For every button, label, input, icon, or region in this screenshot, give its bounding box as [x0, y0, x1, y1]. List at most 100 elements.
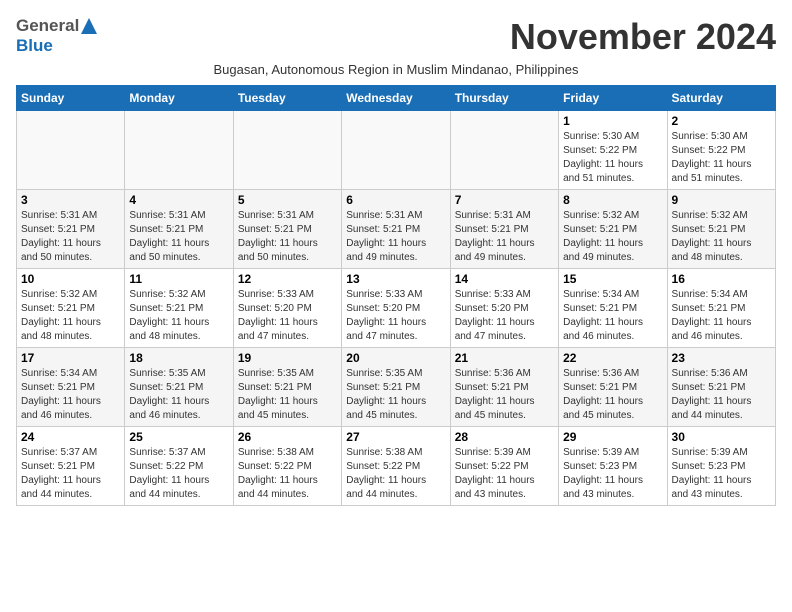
calendar-day-header: Tuesday [233, 86, 341, 111]
calendar-cell: 14 Sunrise: 5:33 AM Sunset: 5:20 PM Dayli… [450, 269, 558, 348]
day-info: Sunrise: 5:33 AM Sunset: 5:20 PM Dayligh… [455, 288, 554, 344]
calendar-table: SundayMondayTuesdayWednesdayThursdayFrid… [16, 85, 776, 506]
calendar-cell: 24 Sunrise: 5:37 AM Sunset: 5:21 PM Dayli… [17, 427, 125, 506]
day-info: Sunrise: 5:32 AM Sunset: 5:21 PM Dayligh… [21, 288, 120, 344]
calendar-cell [450, 111, 558, 190]
calendar-cell: 25Sunrise: 5:37 AM Sunset: 5:22 PM Dayli… [125, 427, 233, 506]
day-number: 3 [21, 193, 120, 207]
day-info: Sunrise: 5:31 AM Sunset: 5:21 PM Dayligh… [346, 209, 445, 265]
calendar-cell: 18 Sunrise: 5:35 AM Sunset: 5:21 PM Dayli… [125, 348, 233, 427]
calendar-day-header: Friday [559, 86, 667, 111]
day-number: 29 [563, 430, 662, 444]
day-number: 25 [129, 430, 228, 444]
calendar-cell: 26Sunrise: 5:38 AM Sunset: 5:22 PM Dayli… [233, 427, 341, 506]
calendar-cell: 22Sunrise: 5:36 AM Sunset: 5:21 PM Dayli… [559, 348, 667, 427]
calendar-cell: 27 Sunrise: 5:38 AM Sunset: 5:22 PM Dayli… [342, 427, 450, 506]
day-info: Sunrise: 5:33 AM Sunset: 5:20 PM Dayligh… [346, 288, 445, 344]
day-number: 10 [21, 272, 120, 286]
calendar-cell: 29 Sunrise: 5:39 AM Sunset: 5:23 PM Dayli… [559, 427, 667, 506]
day-number: 15 [563, 272, 662, 286]
calendar-cell: 20Sunrise: 5:35 AM Sunset: 5:21 PM Dayli… [342, 348, 450, 427]
calendar-subtitle: Bugasan, Autonomous Region in Muslim Min… [16, 62, 776, 77]
day-info: Sunrise: 5:34 AM Sunset: 5:21 PM Dayligh… [672, 288, 771, 344]
calendar-cell: 8 Sunrise: 5:32 AM Sunset: 5:21 PM Daylig… [559, 190, 667, 269]
calendar-cell: 28 Sunrise: 5:39 AM Sunset: 5:22 PM Dayli… [450, 427, 558, 506]
day-number: 27 [346, 430, 445, 444]
day-number: 4 [129, 193, 228, 207]
day-number: 22 [563, 351, 662, 365]
month-title: November 2024 [510, 16, 776, 58]
day-info: Sunrise: 5:39 AM Sunset: 5:23 PM Dayligh… [563, 446, 662, 502]
logo: General Blue [16, 16, 99, 56]
day-number: 23 [672, 351, 771, 365]
day-info: Sunrise: 5:30 AM Sunset: 5:22 PM Dayligh… [672, 130, 771, 186]
calendar-day-header: Saturday [667, 86, 775, 111]
calendar-week-row: 17Sunrise: 5:34 AM Sunset: 5:21 PM Dayli… [17, 348, 776, 427]
calendar-cell: 2Sunrise: 5:30 AM Sunset: 5:22 PM Daylig… [667, 111, 775, 190]
day-number: 8 [563, 193, 662, 207]
day-number: 21 [455, 351, 554, 365]
calendar-day-header: Monday [125, 86, 233, 111]
day-info: Sunrise: 5:36 AM Sunset: 5:21 PM Dayligh… [672, 367, 771, 423]
day-number: 19 [238, 351, 337, 365]
calendar-day-header: Sunday [17, 86, 125, 111]
calendar-cell: 30Sunrise: 5:39 AM Sunset: 5:23 PM Dayli… [667, 427, 775, 506]
day-number: 6 [346, 193, 445, 207]
day-number: 11 [129, 272, 228, 286]
calendar-cell: 15 Sunrise: 5:34 AM Sunset: 5:21 PM Dayli… [559, 269, 667, 348]
day-number: 14 [455, 272, 554, 286]
day-number: 16 [672, 272, 771, 286]
day-info: Sunrise: 5:38 AM Sunset: 5:22 PM Dayligh… [346, 446, 445, 502]
day-info: Sunrise: 5:35 AM Sunset: 5:21 PM Dayligh… [238, 367, 337, 423]
calendar-cell: 16 Sunrise: 5:34 AM Sunset: 5:21 PM Dayli… [667, 269, 775, 348]
calendar-cell: 7Sunrise: 5:31 AM Sunset: 5:21 PM Daylig… [450, 190, 558, 269]
calendar-cell: 23 Sunrise: 5:36 AM Sunset: 5:21 PM Dayli… [667, 348, 775, 427]
calendar-week-row: 3 Sunrise: 5:31 AM Sunset: 5:21 PM Daylig… [17, 190, 776, 269]
calendar-cell [342, 111, 450, 190]
logo-general-text: General [16, 16, 79, 36]
day-info: Sunrise: 5:35 AM Sunset: 5:21 PM Dayligh… [346, 367, 445, 423]
day-number: 26 [238, 430, 337, 444]
day-info: Sunrise: 5:30 AM Sunset: 5:22 PM Dayligh… [563, 130, 662, 186]
day-info: Sunrise: 5:31 AM Sunset: 5:21 PM Dayligh… [238, 209, 337, 265]
logo-blue-text: Blue [16, 36, 53, 56]
day-info: Sunrise: 5:34 AM Sunset: 5:21 PM Dayligh… [21, 367, 120, 423]
calendar-header: SundayMondayTuesdayWednesdayThursdayFrid… [17, 86, 776, 111]
calendar-cell: 19 Sunrise: 5:35 AM Sunset: 5:21 PM Dayli… [233, 348, 341, 427]
calendar-cell: 21 Sunrise: 5:36 AM Sunset: 5:21 PM Dayli… [450, 348, 558, 427]
calendar-week-row: 24 Sunrise: 5:37 AM Sunset: 5:21 PM Dayli… [17, 427, 776, 506]
day-number: 5 [238, 193, 337, 207]
day-info: Sunrise: 5:32 AM Sunset: 5:21 PM Dayligh… [563, 209, 662, 265]
day-info: Sunrise: 5:36 AM Sunset: 5:21 PM Dayligh… [455, 367, 554, 423]
day-number: 7 [455, 193, 554, 207]
day-number: 13 [346, 272, 445, 286]
day-info: Sunrise: 5:35 AM Sunset: 5:21 PM Dayligh… [129, 367, 228, 423]
day-info: Sunrise: 5:34 AM Sunset: 5:21 PM Dayligh… [563, 288, 662, 344]
calendar-body: 1Sunrise: 5:30 AM Sunset: 5:22 PM Daylig… [17, 111, 776, 506]
day-number: 18 [129, 351, 228, 365]
calendar-cell [125, 111, 233, 190]
day-number: 30 [672, 430, 771, 444]
calendar-cell: 9 Sunrise: 5:32 AM Sunset: 5:21 PM Daylig… [667, 190, 775, 269]
day-info: Sunrise: 5:32 AM Sunset: 5:21 PM Dayligh… [672, 209, 771, 265]
day-info: Sunrise: 5:37 AM Sunset: 5:21 PM Dayligh… [21, 446, 120, 502]
calendar-cell: 17Sunrise: 5:34 AM Sunset: 5:21 PM Dayli… [17, 348, 125, 427]
day-info: Sunrise: 5:31 AM Sunset: 5:21 PM Dayligh… [21, 209, 120, 265]
calendar-cell: 10 Sunrise: 5:32 AM Sunset: 5:21 PM Dayli… [17, 269, 125, 348]
day-number: 28 [455, 430, 554, 444]
day-number: 24 [21, 430, 120, 444]
calendar-cell: 12Sunrise: 5:33 AM Sunset: 5:20 PM Dayli… [233, 269, 341, 348]
calendar-cell: 6 Sunrise: 5:31 AM Sunset: 5:21 PM Daylig… [342, 190, 450, 269]
calendar-cell: 3 Sunrise: 5:31 AM Sunset: 5:21 PM Daylig… [17, 190, 125, 269]
calendar-day-header: Wednesday [342, 86, 450, 111]
day-info: Sunrise: 5:39 AM Sunset: 5:22 PM Dayligh… [455, 446, 554, 502]
page-header: General Blue November 2024 [16, 16, 776, 58]
calendar-cell [17, 111, 125, 190]
calendar-cell: 1Sunrise: 5:30 AM Sunset: 5:22 PM Daylig… [559, 111, 667, 190]
calendar-cell [233, 111, 341, 190]
calendar-day-header: Thursday [450, 86, 558, 111]
day-number: 9 [672, 193, 771, 207]
calendar-cell: 13 Sunrise: 5:33 AM Sunset: 5:20 PM Dayli… [342, 269, 450, 348]
day-info: Sunrise: 5:33 AM Sunset: 5:20 PM Dayligh… [238, 288, 337, 344]
day-info: Sunrise: 5:31 AM Sunset: 5:21 PM Dayligh… [129, 209, 228, 265]
